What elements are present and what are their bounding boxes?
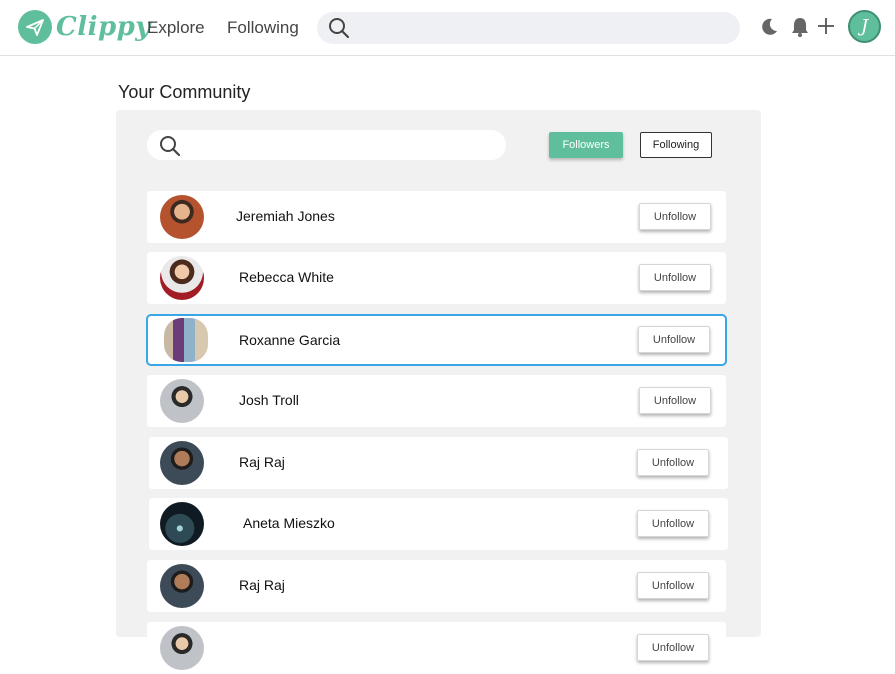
plus-icon[interactable] [817, 17, 835, 40]
nav-link-following[interactable]: Following [227, 18, 299, 38]
unfollow-button[interactable]: Unfollow [638, 326, 710, 353]
search-icon [328, 17, 350, 44]
avatar [160, 195, 204, 239]
unfollow-button[interactable]: Unfollow [637, 572, 709, 599]
community-panel [116, 110, 761, 637]
page-title: Your Community [118, 82, 251, 102]
community-search-input[interactable] [147, 130, 506, 160]
tab-followers[interactable]: Followers [549, 132, 623, 158]
unfollow-button[interactable]: Unfollow [637, 510, 709, 537]
unfollow-button[interactable]: Unfollow [637, 634, 709, 661]
member-name: Jeremiah Jones [236, 208, 335, 224]
nav-link-explore[interactable]: Explore [147, 18, 205, 38]
moon-icon[interactable] [759, 17, 779, 42]
avatar [164, 318, 208, 362]
top-navbar: Clippy Explore Following J [0, 0, 895, 56]
list-item[interactable]: Raj Raj Unfollow [149, 437, 728, 489]
member-name: Rebecca White [239, 269, 334, 285]
member-name: Roxanne Garcia [239, 332, 341, 348]
unfollow-button[interactable]: Unfollow [639, 264, 711, 291]
user-avatar[interactable]: J [848, 10, 881, 43]
search-input[interactable] [317, 12, 740, 44]
app-name: Clippy [56, 12, 151, 42]
member-name: Raj Raj [239, 454, 285, 470]
list-item[interactable]: Roxanne Garcia Unfollow [146, 314, 727, 366]
avatar [160, 564, 204, 608]
list-item[interactable]: Unfollow [147, 622, 726, 674]
member-name: Josh Troll [239, 392, 299, 408]
list-item[interactable]: Rebecca White Unfollow [147, 252, 726, 304]
avatar [160, 626, 204, 670]
avatar [160, 502, 204, 546]
avatar [160, 441, 204, 485]
unfollow-button[interactable]: Unfollow [637, 449, 709, 476]
list-item[interactable]: Raj Raj Unfollow [147, 560, 726, 612]
list-item[interactable]: Aneta Mieszko Unfollow [149, 498, 728, 550]
avatar [160, 256, 204, 300]
search-icon [159, 135, 181, 162]
member-name: Aneta Mieszko [243, 515, 335, 531]
paper-plane-icon [18, 10, 52, 44]
member-name: Raj Raj [239, 577, 285, 593]
tab-following[interactable]: Following [640, 132, 712, 158]
app-logo[interactable]: Clippy [18, 10, 151, 44]
avatar [160, 379, 204, 423]
bell-icon[interactable] [790, 16, 810, 43]
unfollow-button[interactable]: Unfollow [639, 387, 711, 414]
list-item[interactable]: Josh Troll Unfollow [147, 375, 726, 427]
unfollow-button[interactable]: Unfollow [639, 203, 711, 230]
list-item[interactable]: Jeremiah Jones Unfollow [147, 191, 726, 243]
